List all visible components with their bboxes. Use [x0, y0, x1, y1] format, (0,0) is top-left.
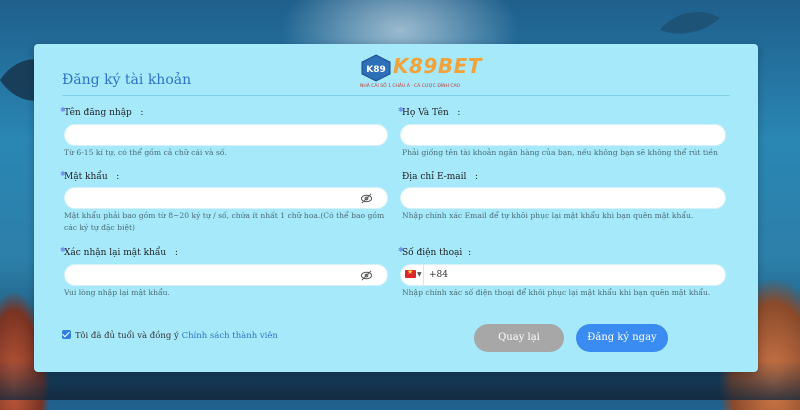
page-title: Đăng ký tài khoản	[62, 72, 192, 88]
fullname-label: ✱ Họ Và Tên :	[398, 106, 461, 118]
fullname-field[interactable]	[400, 124, 726, 148]
fullname-input[interactable]	[401, 128, 725, 148]
logo-hexagon-icon: K89	[361, 54, 391, 82]
password-field[interactable]	[64, 187, 388, 211]
eye-slash-icon[interactable]	[360, 192, 373, 205]
brand-logo: K89 K89BET NHÀ CÁI SỐ 1 CHÂU Á · CÁ CƯỢC…	[360, 48, 481, 92]
email-input[interactable]	[401, 191, 725, 211]
email-label: Địa chỉ E-mail :	[402, 172, 479, 182]
chevron-down-icon: ▼	[417, 271, 422, 278]
eye-slash-icon[interactable]	[360, 269, 373, 282]
back-button[interactable]: Quay lại	[474, 324, 564, 352]
svg-text:K89: K89	[366, 65, 386, 75]
logo-tagline: NHÀ CÁI SỐ 1 CHÂU Á · CÁ CƯỢC ĐỈNH CAO	[360, 84, 461, 89]
phone-field[interactable]: ▼ +84	[400, 264, 726, 286]
checkbox-checked-icon[interactable]	[62, 330, 71, 339]
confirm-password-label: ✱ Xác nhận lại mật khẩu :	[60, 246, 178, 258]
required-star-icon: ✱	[60, 246, 66, 254]
phone-label: ✱ Số điện thoại :	[398, 246, 472, 258]
phone-hint: Nhập chính xác số điện thoại để khôi phụ…	[402, 288, 711, 297]
email-hint: Nhập chính xác Email để tự khôi phục lại…	[402, 211, 694, 220]
fullname-hint: Phải giống tên tài khoản ngân hàng của b…	[402, 148, 718, 157]
password-input[interactable]	[65, 191, 387, 211]
username-hint: Từ 6-15 kí tự, có thể gồm cả chữ cái và …	[64, 148, 227, 157]
password-hint: Mật khẩu phải bao gồm từ 8~20 ký tự / số…	[64, 211, 385, 232]
confirm-password-hint: Vui lòng nhập lại mật khẩu.	[64, 288, 170, 297]
required-star-icon: ✱	[398, 246, 404, 254]
confirm-password-field[interactable]	[64, 264, 388, 288]
phone-separator	[423, 265, 424, 285]
required-star-icon: ✱	[398, 106, 404, 114]
password-label: ✱ Mật khẩu :	[60, 170, 120, 182]
required-star-icon: ✱	[60, 170, 66, 178]
vietnam-flag-icon	[405, 268, 416, 278]
background-fish-top-right	[660, 12, 720, 34]
dial-code: +84	[429, 270, 448, 280]
username-field[interactable]	[64, 124, 388, 148]
title-divider	[62, 95, 730, 96]
agreement-text: Tôi đã đủ tuổi và đồng ý	[75, 331, 179, 341]
agreement-row: Tôi đã đủ tuổi và đồng ý Chính sách thàn…	[62, 330, 278, 341]
country-selector[interactable]: ▼	[405, 268, 422, 282]
username-input[interactable]	[65, 128, 387, 148]
username-label: ✱ Tên đăng nhập :	[60, 106, 144, 118]
register-panel: K89 K89BET NHÀ CÁI SỐ 1 CHÂU Á · CÁ CƯỢC…	[34, 44, 758, 372]
required-star-icon: ✱	[60, 106, 66, 114]
email-field[interactable]	[400, 187, 726, 211]
confirm-password-input[interactable]	[65, 268, 387, 288]
register-now-button[interactable]: Đăng ký ngay	[576, 324, 668, 352]
logo-wordmark: K89BET	[393, 54, 482, 78]
member-policy-link[interactable]: Chính sách thành viên	[182, 331, 278, 341]
